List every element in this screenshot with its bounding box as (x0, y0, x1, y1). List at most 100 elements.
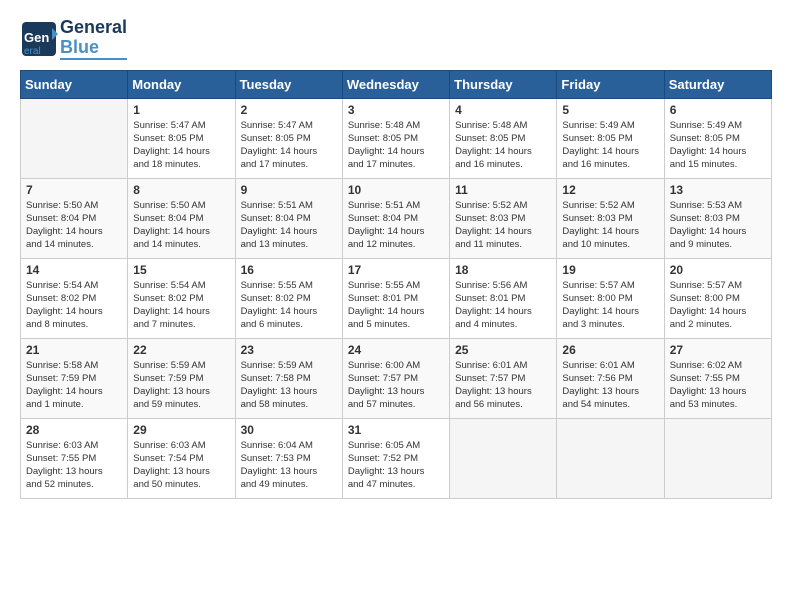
calendar-cell: 20 Sunrise: 5:57 AM Sunset: 8:00 PM Dayli… (664, 258, 771, 338)
cell-text: Sunrise: 5:52 AM Sunset: 8:03 PM Dayligh… (455, 199, 551, 252)
day-number: 25 (455, 343, 551, 357)
calendar-cell: 31Sunrise: 6:05 AM Sunset: 7:52 PM Dayli… (342, 418, 449, 498)
day-number: 4 (455, 103, 551, 117)
calendar-cell: 1 Sunrise: 5:47 AM Sunset: 8:05 PM Daylig… (128, 98, 235, 178)
calendar-cell: 22 Sunrise: 5:59 AM Sunset: 7:59 PM Dayli… (128, 338, 235, 418)
cell-text: Sunrise: 6:01 AM Sunset: 7:56 PM Dayligh… (562, 359, 658, 412)
day-number: 28 (26, 423, 122, 437)
day-number: 2 (241, 103, 337, 117)
calendar-cell: 15 Sunrise: 5:54 AM Sunset: 8:02 PM Dayli… (128, 258, 235, 338)
weekday-header-saturday: Saturday (664, 70, 771, 98)
day-number: 15 (133, 263, 229, 277)
calendar-cell (450, 418, 557, 498)
calendar-cell: 28Sunrise: 6:03 AM Sunset: 7:55 PM Dayli… (21, 418, 128, 498)
day-number: 6 (670, 103, 766, 117)
week-row-3: 14 Sunrise: 5:54 AM Sunset: 8:02 PM Dayli… (21, 258, 772, 338)
calendar-cell: 19 Sunrise: 5:57 AM Sunset: 8:00 PM Dayli… (557, 258, 664, 338)
day-number: 16 (241, 263, 337, 277)
day-number: 21 (26, 343, 122, 357)
cell-text: Sunrise: 5:50 AM Sunset: 8:04 PM Dayligh… (26, 199, 122, 252)
weekday-header-sunday: Sunday (21, 70, 128, 98)
cell-text: Sunrise: 5:57 AM Sunset: 8:00 PM Dayligh… (670, 279, 766, 332)
calendar-cell: 23 Sunrise: 5:59 AM Sunset: 7:58 PM Dayli… (235, 338, 342, 418)
day-number: 23 (241, 343, 337, 357)
day-number: 1 (133, 103, 229, 117)
day-number: 8 (133, 183, 229, 197)
day-number: 9 (241, 183, 337, 197)
cell-text: Sunrise: 5:49 AM Sunset: 8:05 PM Dayligh… (562, 119, 658, 172)
day-number: 29 (133, 423, 229, 437)
calendar-cell: 29 Sunrise: 6:03 AM Sunset: 7:54 PM Dayli… (128, 418, 235, 498)
week-row-5: 28Sunrise: 6:03 AM Sunset: 7:55 PM Dayli… (21, 418, 772, 498)
cell-text: Sunrise: 6:00 AM Sunset: 7:57 PM Dayligh… (348, 359, 444, 412)
day-number: 18 (455, 263, 551, 277)
calendar-cell (557, 418, 664, 498)
day-number: 19 (562, 263, 658, 277)
calendar-cell: 12 Sunrise: 5:52 AM Sunset: 8:03 PM Dayli… (557, 178, 664, 258)
cell-text: Sunrise: 6:04 AM Sunset: 7:53 PM Dayligh… (241, 439, 337, 492)
header: Gen eral General Blue (20, 18, 772, 60)
day-number: 26 (562, 343, 658, 357)
cell-text: Sunrise: 6:02 AM Sunset: 7:55 PM Dayligh… (670, 359, 766, 412)
day-number: 3 (348, 103, 444, 117)
calendar-cell: 24 Sunrise: 6:00 AM Sunset: 7:57 PM Dayli… (342, 338, 449, 418)
cell-text: Sunrise: 5:55 AM Sunset: 8:01 PM Dayligh… (348, 279, 444, 332)
calendar-cell: 13 Sunrise: 5:53 AM Sunset: 8:03 PM Dayli… (664, 178, 771, 258)
calendar-cell: 2 Sunrise: 5:47 AM Sunset: 8:05 PM Daylig… (235, 98, 342, 178)
logo-general: General (60, 18, 127, 38)
calendar-cell: 6 Sunrise: 5:49 AM Sunset: 8:05 PM Daylig… (664, 98, 771, 178)
cell-text: Sunrise: 5:58 AM Sunset: 7:59 PM Dayligh… (26, 359, 122, 412)
cell-text: Sunrise: 6:03 AM Sunset: 7:54 PM Dayligh… (133, 439, 229, 492)
week-row-2: 7Sunrise: 5:50 AM Sunset: 8:04 PM Daylig… (21, 178, 772, 258)
cell-text: Sunrise: 5:50 AM Sunset: 8:04 PM Dayligh… (133, 199, 229, 252)
calendar-cell: 27 Sunrise: 6:02 AM Sunset: 7:55 PM Dayli… (664, 338, 771, 418)
cell-text: Sunrise: 5:51 AM Sunset: 8:04 PM Dayligh… (241, 199, 337, 252)
calendar-cell (21, 98, 128, 178)
day-number: 10 (348, 183, 444, 197)
calendar-cell: 7Sunrise: 5:50 AM Sunset: 8:04 PM Daylig… (21, 178, 128, 258)
day-number: 13 (670, 183, 766, 197)
cell-text: Sunrise: 6:05 AM Sunset: 7:52 PM Dayligh… (348, 439, 444, 492)
logo-blue: Blue (60, 38, 127, 58)
day-number: 20 (670, 263, 766, 277)
calendar-cell: 5 Sunrise: 5:49 AM Sunset: 8:05 PM Daylig… (557, 98, 664, 178)
calendar-cell: 18Sunrise: 5:56 AM Sunset: 8:01 PM Dayli… (450, 258, 557, 338)
logo: Gen eral General Blue (20, 18, 127, 60)
day-number: 30 (241, 423, 337, 437)
weekday-header-tuesday: Tuesday (235, 70, 342, 98)
weekday-header-thursday: Thursday (450, 70, 557, 98)
weekday-header-wednesday: Wednesday (342, 70, 449, 98)
day-number: 14 (26, 263, 122, 277)
cell-text: Sunrise: 5:49 AM Sunset: 8:05 PM Dayligh… (670, 119, 766, 172)
day-number: 12 (562, 183, 658, 197)
calendar-cell (664, 418, 771, 498)
calendar-cell: 26 Sunrise: 6:01 AM Sunset: 7:56 PM Dayli… (557, 338, 664, 418)
calendar-cell: 10Sunrise: 5:51 AM Sunset: 8:04 PM Dayli… (342, 178, 449, 258)
cell-text: Sunrise: 5:47 AM Sunset: 8:05 PM Dayligh… (241, 119, 337, 172)
cell-text: Sunrise: 5:52 AM Sunset: 8:03 PM Dayligh… (562, 199, 658, 252)
day-number: 5 (562, 103, 658, 117)
cell-text: Sunrise: 5:59 AM Sunset: 7:58 PM Dayligh… (241, 359, 337, 412)
cell-text: Sunrise: 5:55 AM Sunset: 8:02 PM Dayligh… (241, 279, 337, 332)
cell-text: Sunrise: 6:01 AM Sunset: 7:57 PM Dayligh… (455, 359, 551, 412)
weekday-header-monday: Monday (128, 70, 235, 98)
day-number: 17 (348, 263, 444, 277)
cell-text: Sunrise: 5:47 AM Sunset: 8:05 PM Dayligh… (133, 119, 229, 172)
calendar-cell: 9 Sunrise: 5:51 AM Sunset: 8:04 PM Daylig… (235, 178, 342, 258)
day-number: 22 (133, 343, 229, 357)
page-container: Gen eral General Blue SundayMondayTuesda… (0, 0, 792, 509)
day-number: 24 (348, 343, 444, 357)
cell-text: Sunrise: 5:54 AM Sunset: 8:02 PM Dayligh… (26, 279, 122, 332)
cell-text: Sunrise: 5:53 AM Sunset: 8:03 PM Dayligh… (670, 199, 766, 252)
day-number: 27 (670, 343, 766, 357)
weekday-header-friday: Friday (557, 70, 664, 98)
cell-text: Sunrise: 5:48 AM Sunset: 8:05 PM Dayligh… (348, 119, 444, 172)
cell-text: Sunrise: 5:59 AM Sunset: 7:59 PM Dayligh… (133, 359, 229, 412)
cell-text: Sunrise: 5:48 AM Sunset: 8:05 PM Dayligh… (455, 119, 551, 172)
calendar-cell: 16 Sunrise: 5:55 AM Sunset: 8:02 PM Dayli… (235, 258, 342, 338)
week-row-4: 21 Sunrise: 5:58 AM Sunset: 7:59 PM Dayli… (21, 338, 772, 418)
cell-text: Sunrise: 5:57 AM Sunset: 8:00 PM Dayligh… (562, 279, 658, 332)
calendar-cell: 25 Sunrise: 6:01 AM Sunset: 7:57 PM Dayli… (450, 338, 557, 418)
cell-text: Sunrise: 5:54 AM Sunset: 8:02 PM Dayligh… (133, 279, 229, 332)
svg-text:eral: eral (24, 46, 41, 57)
